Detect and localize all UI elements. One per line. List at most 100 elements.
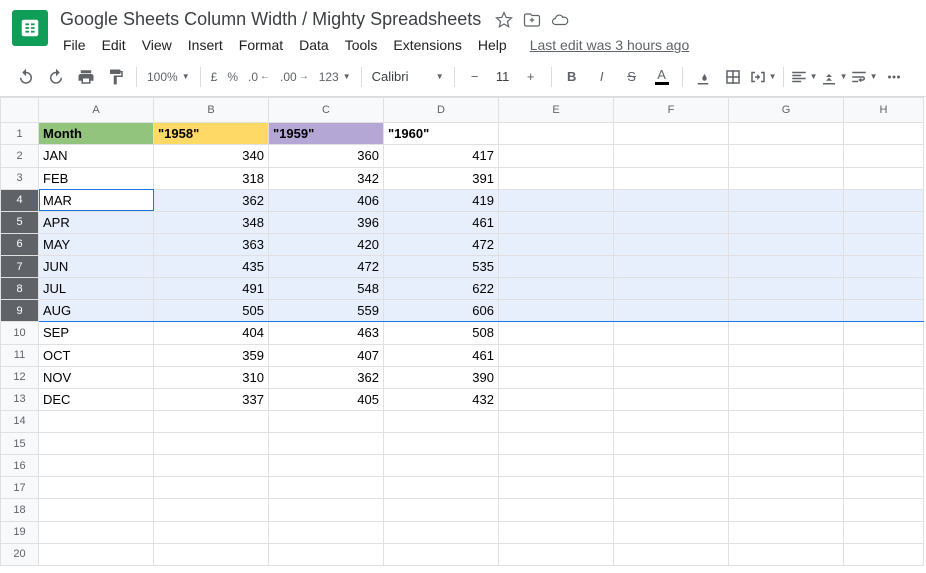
cell-A11[interactable]: OCT (39, 344, 154, 366)
cell-D13[interactable]: 432 (384, 388, 499, 410)
cell-E16[interactable] (499, 455, 614, 477)
cell-C10[interactable]: 463 (269, 322, 384, 344)
row-head-15[interactable]: 15 (1, 433, 39, 455)
row-head-1[interactable]: 1 (1, 123, 39, 145)
col-head-H[interactable]: H (844, 98, 924, 123)
cell-F7[interactable] (614, 256, 729, 278)
menu-file[interactable]: File (56, 33, 93, 57)
halign-button[interactable]: ▼ (790, 63, 818, 91)
cell-E4[interactable] (499, 189, 614, 211)
cell-G19[interactable] (729, 521, 844, 543)
strike-button[interactable]: S (618, 63, 646, 91)
text-color-button[interactable]: A (648, 63, 676, 91)
font-size-increase[interactable]: + (517, 63, 545, 91)
cell-C2[interactable]: 360 (269, 145, 384, 167)
cell-C17[interactable] (269, 477, 384, 499)
cell-G17[interactable] (729, 477, 844, 499)
cell-A6[interactable]: MAY (39, 233, 154, 255)
currency-button[interactable]: £ (207, 70, 222, 84)
row-head-16[interactable]: 16 (1, 455, 39, 477)
cell-H7[interactable] (844, 256, 924, 278)
cell-E12[interactable] (499, 366, 614, 388)
decrease-decimal-button[interactable]: .0← (244, 70, 274, 84)
sheets-logo[interactable] (12, 10, 48, 46)
menu-format[interactable]: Format (232, 33, 290, 57)
cell-F17[interactable] (614, 477, 729, 499)
font-select[interactable]: Calibri▼ (368, 67, 448, 86)
cell-A16[interactable] (39, 455, 154, 477)
menu-view[interactable]: View (135, 33, 179, 57)
cell-A20[interactable] (39, 543, 154, 565)
cell-B9[interactable]: 505 (154, 300, 269, 322)
cell-B10[interactable]: 404 (154, 322, 269, 344)
cell-E14[interactable] (499, 410, 614, 432)
doc-title[interactable]: Google Sheets Column Width / Mighty Spre… (56, 8, 485, 31)
paint-format-button[interactable] (102, 63, 130, 91)
cell-H9[interactable] (844, 300, 924, 322)
cell-C5[interactable]: 396 (269, 211, 384, 233)
cell-F8[interactable] (614, 278, 729, 300)
cell-A12[interactable]: NOV (39, 366, 154, 388)
cell-B1[interactable]: "1958" (154, 123, 269, 145)
cell-C18[interactable] (269, 499, 384, 521)
cell-A14[interactable] (39, 410, 154, 432)
cell-F3[interactable] (614, 167, 729, 189)
cell-E13[interactable] (499, 388, 614, 410)
cell-A5[interactable]: APR (39, 211, 154, 233)
cell-D7[interactable]: 535 (384, 256, 499, 278)
cell-E11[interactable] (499, 344, 614, 366)
cell-G5[interactable] (729, 211, 844, 233)
cell-C11[interactable]: 407 (269, 344, 384, 366)
cell-C7[interactable]: 472 (269, 256, 384, 278)
cell-F10[interactable] (614, 322, 729, 344)
cell-A17[interactable] (39, 477, 154, 499)
cell-G14[interactable] (729, 410, 844, 432)
col-head-A[interactable]: A (39, 98, 154, 123)
row-head-11[interactable]: 11 (1, 344, 39, 366)
cell-D20[interactable] (384, 543, 499, 565)
cell-G11[interactable] (729, 344, 844, 366)
cell-B6[interactable]: 363 (154, 233, 269, 255)
cell-E8[interactable] (499, 278, 614, 300)
fill-color-button[interactable] (689, 63, 717, 91)
cell-D2[interactable]: 417 (384, 145, 499, 167)
cell-F2[interactable] (614, 145, 729, 167)
cell-D12[interactable]: 390 (384, 366, 499, 388)
menu-extensions[interactable]: Extensions (386, 33, 468, 57)
cell-C19[interactable] (269, 521, 384, 543)
merge-button[interactable]: ▼ (749, 63, 777, 91)
cell-G1[interactable] (729, 123, 844, 145)
row-head-4[interactable]: 4 (1, 189, 39, 211)
row-head-7[interactable]: 7 (1, 256, 39, 278)
cell-E20[interactable] (499, 543, 614, 565)
cell-G12[interactable] (729, 366, 844, 388)
menu-data[interactable]: Data (292, 33, 336, 57)
cell-F19[interactable] (614, 521, 729, 543)
cell-G10[interactable] (729, 322, 844, 344)
cell-C3[interactable]: 342 (269, 167, 384, 189)
cell-A8[interactable]: JUL (39, 278, 154, 300)
number-format-select[interactable]: 123▼ (315, 70, 355, 84)
cell-C12[interactable]: 362 (269, 366, 384, 388)
cell-F6[interactable] (614, 233, 729, 255)
cell-F9[interactable] (614, 300, 729, 322)
cell-B11[interactable]: 359 (154, 344, 269, 366)
cell-A19[interactable] (39, 521, 154, 543)
cell-E5[interactable] (499, 211, 614, 233)
cell-E10[interactable] (499, 322, 614, 344)
cell-B5[interactable]: 348 (154, 211, 269, 233)
cell-D6[interactable]: 472 (384, 233, 499, 255)
row-head-9[interactable]: 9 (1, 300, 39, 322)
cell-D9[interactable]: 606 (384, 300, 499, 322)
cell-F4[interactable] (614, 189, 729, 211)
spreadsheet-grid[interactable]: ABCDEFGH1Month"1958""1959""1960"2JAN3403… (0, 97, 924, 566)
cell-H13[interactable] (844, 388, 924, 410)
cell-D5[interactable]: 461 (384, 211, 499, 233)
cell-B17[interactable] (154, 477, 269, 499)
cell-B2[interactable]: 340 (154, 145, 269, 167)
cell-H19[interactable] (844, 521, 924, 543)
cell-D14[interactable] (384, 410, 499, 432)
cell-E9[interactable] (499, 300, 614, 322)
row-head-12[interactable]: 12 (1, 366, 39, 388)
cell-B19[interactable] (154, 521, 269, 543)
